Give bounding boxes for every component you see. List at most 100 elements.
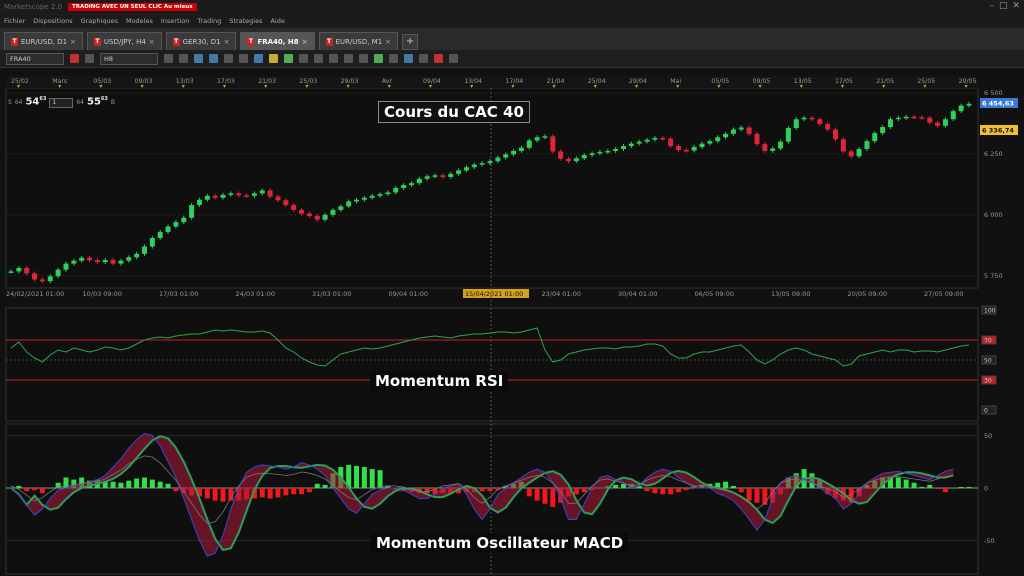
candle-body: [668, 138, 674, 147]
timeframe-select[interactable]: H8: [100, 52, 158, 65]
copy-icon[interactable]: [314, 54, 323, 63]
rsi-tick-label: 30: [984, 378, 992, 385]
candle-body: [911, 116, 917, 119]
print-icon[interactable]: [299, 54, 308, 63]
hline-icon[interactable]: [359, 54, 368, 63]
macd-histogram-bar: [157, 481, 163, 488]
close-tab-icon[interactable]: ×: [385, 38, 391, 46]
candle-body: [573, 158, 579, 162]
menu-insertion[interactable]: Insertion: [161, 17, 190, 25]
candle-body: [675, 146, 681, 150]
candle-body: [895, 117, 901, 120]
one-click-trading-banner[interactable]: TRADING AVEC UN SEUL CLIC Au mieux: [67, 3, 197, 11]
more-tools-icon[interactable]: [449, 54, 458, 63]
candle-body: [212, 195, 218, 198]
settings-icon[interactable]: [85, 54, 94, 63]
candle-body: [566, 158, 572, 162]
grid-icon[interactable]: [329, 54, 338, 63]
menu-modeles[interactable]: Modeles: [126, 17, 153, 25]
price-pane-title: Cours du CAC 40: [378, 101, 530, 123]
macd-histogram-bar: [47, 488, 53, 489]
alert-icon[interactable]: [434, 54, 443, 63]
zoom-out-icon[interactable]: [209, 54, 218, 63]
chart-area[interactable]: 25/02 Mars 05/03 09/03 13/03 17/03 21/03 25/03 2…: [0, 68, 1024, 576]
instrument-select[interactable]: FRA40: [6, 52, 64, 65]
tab-usdjpy-h4[interactable]: T USD/JPY, H4 ×: [86, 32, 162, 50]
menu-trading[interactable]: Trading: [197, 17, 221, 25]
macd-histogram-bar: [652, 488, 658, 494]
top-axis-label: 21/04: [547, 78, 565, 85]
candle-body: [542, 136, 548, 138]
zoom-in-icon[interactable]: [194, 54, 203, 63]
candle-body: [299, 209, 305, 214]
candle-body: [126, 257, 132, 261]
menu-aide[interactable]: Aide: [270, 17, 284, 25]
close-button[interactable]: ✕: [1012, 1, 1020, 12]
top-axis-label: 13/04: [464, 78, 482, 85]
quantity-input[interactable]: 1: [49, 98, 74, 109]
close-tab-icon[interactable]: ×: [70, 38, 76, 46]
candle-body: [848, 151, 854, 157]
text-icon[interactable]: [419, 54, 428, 63]
candle-body: [330, 209, 336, 215]
menu-graphiques[interactable]: Graphiques: [81, 17, 118, 25]
candle-body: [94, 260, 100, 263]
candle-body: [550, 136, 556, 152]
rsi-tick-label: 100: [984, 308, 996, 315]
bottom-axis-label: 24/03 01:00: [236, 290, 276, 298]
minimize-button[interactable]: –: [989, 1, 994, 12]
sell-price[interactable]: 5463: [25, 96, 46, 107]
macd-tick-label: -50: [984, 537, 995, 545]
bottom-axis-label: 17/03 01:00: [159, 290, 199, 298]
menu-strategies[interactable]: Strategies: [229, 17, 262, 25]
bottom-axis-label: 06/05 09:00: [695, 290, 735, 298]
close-tab-icon[interactable]: ×: [149, 38, 155, 46]
candle-body: [220, 194, 226, 198]
price-tick-label: 5 750: [984, 272, 1003, 280]
candle-body: [291, 205, 297, 210]
add-tab-button[interactable]: +: [402, 34, 419, 50]
tab-ger30-d1[interactable]: T GER30, D1 ×: [165, 32, 237, 50]
candle-body: [833, 129, 839, 140]
close-tab-icon[interactable]: ×: [302, 38, 308, 46]
scroll-icon[interactable]: [239, 54, 248, 63]
maximize-button[interactable]: □: [999, 1, 1008, 12]
macd-histogram-bar: [283, 488, 289, 496]
sell-letter: S: [8, 99, 12, 107]
macd-histogram-bar: [573, 488, 579, 495]
bottom-axis-label: 20/05 09:00: [848, 290, 888, 298]
chart-type-icon[interactable]: [164, 54, 173, 63]
candle-body: [652, 138, 658, 140]
trade-icon[interactable]: [70, 54, 79, 63]
candle-body: [393, 188, 399, 193]
candle-body: [354, 199, 360, 202]
tab-eurusd-d1[interactable]: T EUR/USD, D1 ×: [4, 32, 83, 50]
candle-body: [8, 271, 14, 273]
menu-dispositions[interactable]: Dispositions: [33, 17, 72, 25]
channel-icon[interactable]: [389, 54, 398, 63]
candle-body: [251, 193, 257, 196]
macd-histogram-bar: [369, 469, 375, 488]
template-icon[interactable]: [284, 54, 293, 63]
crosshair-icon[interactable]: [224, 54, 233, 63]
pencil-icon[interactable]: [269, 54, 278, 63]
tab-fra40-h8[interactable]: T FRA40, H8 ×: [240, 32, 315, 50]
trendline-icon[interactable]: [344, 54, 353, 63]
candle-body: [825, 124, 831, 130]
candle-body: [189, 205, 195, 218]
indicator-icon[interactable]: [179, 54, 188, 63]
rsi-pane: [5, 307, 979, 422]
buy-price[interactable]: 5563: [87, 96, 108, 107]
fibonacci-icon[interactable]: [374, 54, 383, 63]
top-axis-label: 09/03: [135, 78, 153, 85]
fit-icon[interactable]: [254, 54, 263, 63]
menu-fichier[interactable]: Fichier: [4, 17, 25, 25]
macd-histogram-bar: [746, 488, 752, 501]
shape-icon[interactable]: [404, 54, 413, 63]
candle-body: [306, 213, 312, 217]
macd-histogram-bar: [550, 488, 556, 507]
top-axis-label: 21/05: [876, 78, 894, 85]
tab-eurusd-m1[interactable]: T EUR/USD, M1 ×: [318, 32, 399, 50]
close-tab-icon[interactable]: ×: [224, 38, 230, 46]
candle-body: [801, 117, 807, 120]
